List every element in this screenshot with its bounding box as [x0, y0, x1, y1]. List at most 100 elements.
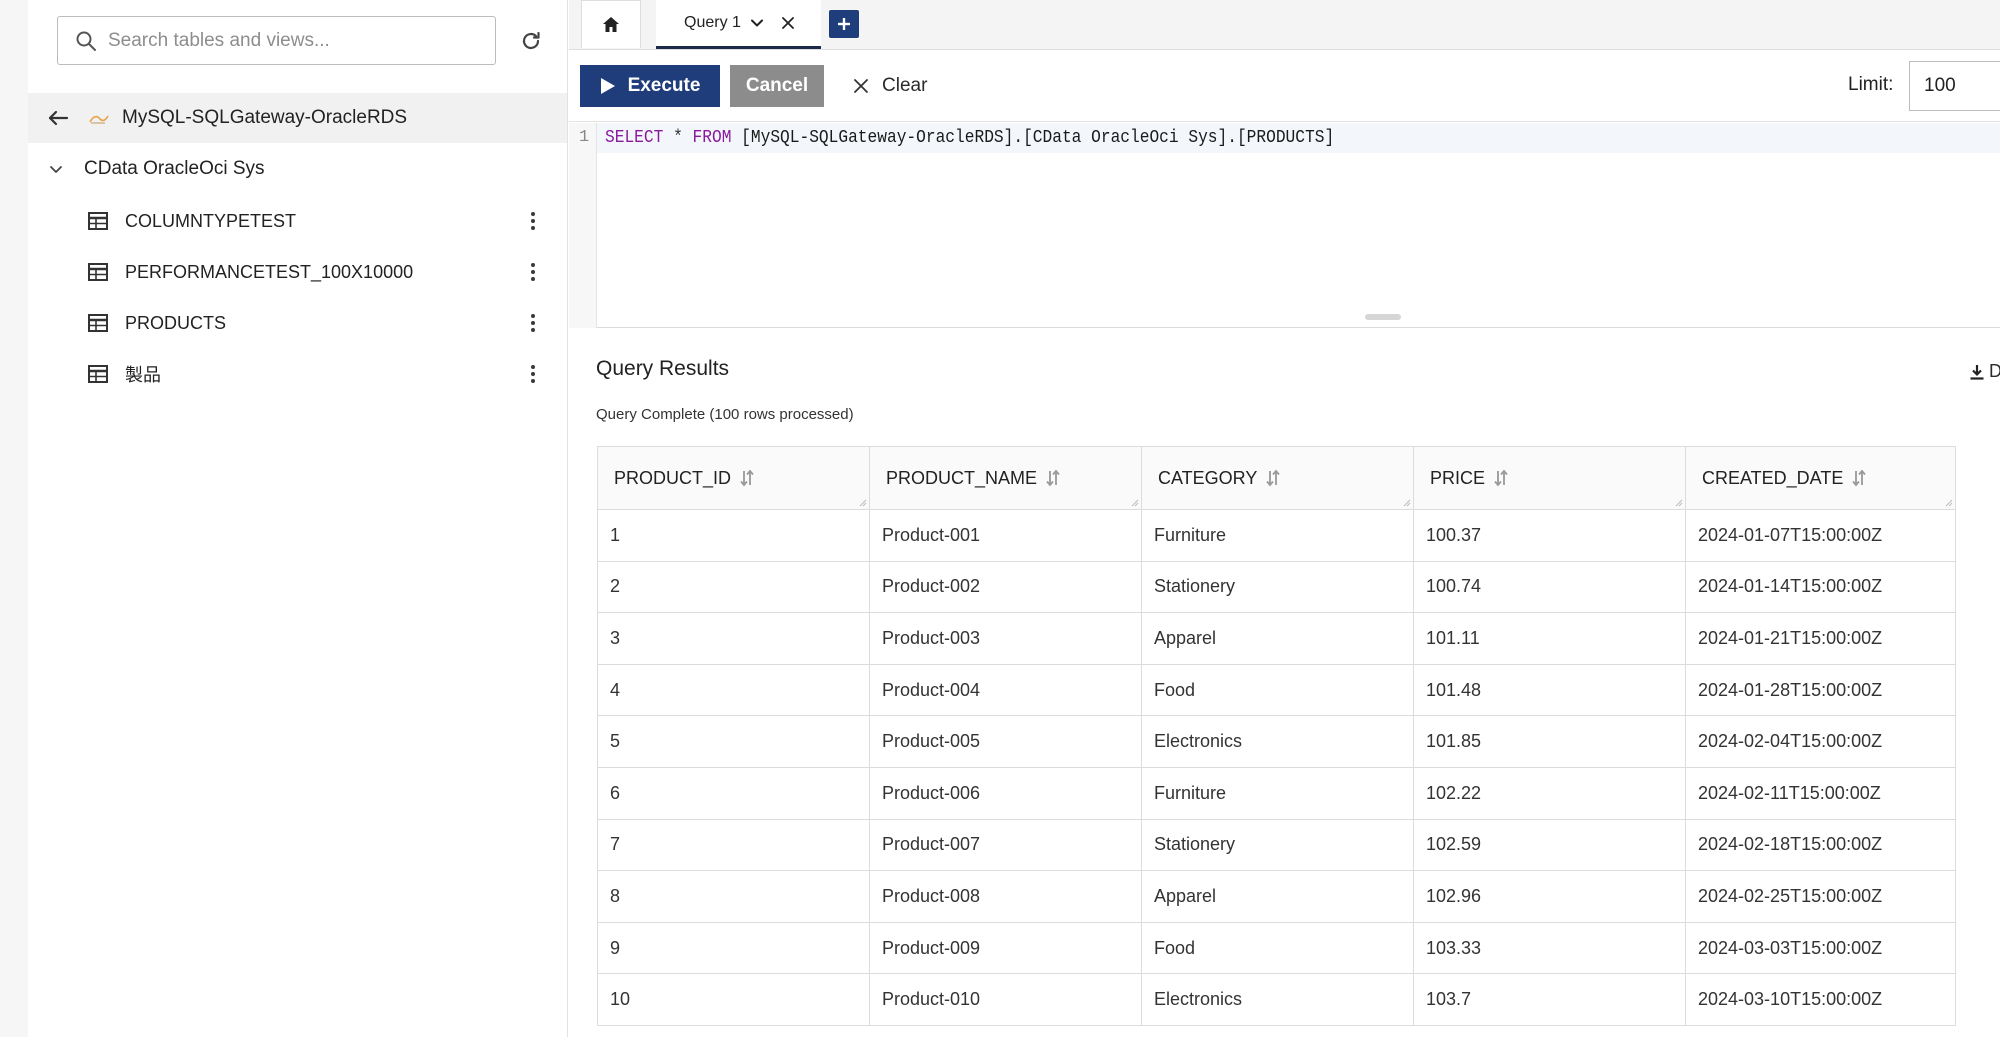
table-icon [88, 314, 108, 332]
sort-icon[interactable] [1263, 468, 1283, 488]
table-row[interactable]: 10 Product-010 Electronics 103.7 2024-03-10T… [597, 973, 1956, 1026]
table-cell: 10 [597, 973, 870, 1026]
table-cell: 6 [597, 766, 870, 820]
column-resize-handle-icon[interactable] [1403, 499, 1411, 507]
table-row[interactable]: 3 Product-003 Apparel 101.11 2024-01-21T15:0… [597, 612, 1956, 665]
editor-resize-handle[interactable] [1365, 314, 1401, 320]
connection-row[interactable]: MySQL-SQLGateway-OracleRDS [28, 93, 567, 143]
table-cell: Furniture [1141, 509, 1414, 562]
table-row[interactable]: 2 Product-002 Stationery 100.74 2024-01-14T1… [597, 560, 1956, 614]
table-cell: 2024-01-07T15:00:00Z [1685, 509, 1956, 562]
table-cell: 2024-02-25T15:00:00Z [1685, 870, 1956, 923]
table-item-label: COLUMNTYPETEST [125, 210, 297, 231]
sql-editor[interactable]: 1 SELECT * FROM [MySQL-SQLGateway-Oracle… [569, 123, 2000, 328]
column-resize-handle-icon[interactable] [1945, 499, 1953, 507]
table-row[interactable]: 5 Product-005 Electronics 101.85 2024-02-04T… [597, 715, 1956, 768]
column-header-content: PRICE [1430, 468, 1511, 489]
table-cell: 2024-03-03T15:00:00Z [1685, 921, 1956, 975]
table-cell: 103.33 [1413, 921, 1686, 975]
download-label: D [1989, 361, 2000, 381]
tab-label: Query 1 [684, 14, 741, 31]
sql-code[interactable]: SELECT * FROM [MySQL-SQLGateway-OracleRD… [605, 128, 1334, 148]
table-item-label: PRODUCTS [125, 312, 227, 333]
table-cell: Food [1141, 921, 1414, 975]
execute-button[interactable]: Execute [580, 65, 720, 107]
column-header-label: CATEGORY [1158, 467, 1258, 488]
column-header[interactable]: CREATED_DATE [1685, 446, 1956, 510]
plus-icon [838, 18, 850, 30]
search-input[interactable] [108, 29, 488, 52]
download-button[interactable]: D [1969, 361, 2000, 382]
column-header-label: CREATED_DATE [1702, 467, 1844, 488]
table-item-label: 製品 [125, 365, 161, 385]
tab-query-1[interactable]: Query 1 [656, 0, 821, 49]
table-cell: Apparel [1141, 870, 1414, 923]
table-row[interactable]: 7 Product-007 Stationery 102.59 2024-02-18T1… [597, 818, 1956, 872]
column-header[interactable]: CATEGORY [1141, 446, 1414, 510]
clear-button[interactable]: Clear [852, 65, 952, 107]
cancel-button[interactable]: Cancel [730, 65, 824, 107]
close-icon[interactable] [779, 14, 797, 32]
table-item-seihin[interactable]: 製品 [28, 352, 567, 396]
table-item-performancetest[interactable]: PERFORMANCETEST_100X10000 [28, 250, 567, 294]
table-row[interactable]: 6 Product-006 Furniture 102.22 2024-02-11T15… [597, 766, 1956, 820]
table-row[interactable]: 1 Product-001 Furniture 100.37 2024-01-07T15… [597, 509, 1956, 562]
sort-icon[interactable] [1491, 468, 1511, 488]
column-resize-handle-icon[interactable] [859, 499, 867, 507]
column-header-content: PRODUCT_NAME [886, 468, 1063, 489]
more-options-icon[interactable] [523, 207, 543, 235]
limit-input[interactable] [1909, 61, 2000, 111]
table-cell: Electronics [1141, 715, 1414, 768]
table-cell: 3 [597, 612, 870, 665]
refresh-button[interactable] [516, 26, 546, 56]
column-header[interactable]: PRODUCT_NAME [869, 446, 1142, 510]
table-item-products[interactable]: PRODUCTS [28, 301, 567, 345]
add-tab-button[interactable] [829, 10, 859, 38]
table-row[interactable]: 8 Product-008 Apparel 102.96 2024-02-25T15:0… [597, 870, 1956, 923]
table-cell: 9 [597, 921, 870, 975]
table-cell: 103.7 [1413, 973, 1686, 1026]
table-item-columntypetest[interactable]: COLUMNTYPETEST [28, 199, 567, 243]
table-cell: 2024-01-14T15:00:00Z [1685, 560, 1956, 614]
table-icon [88, 263, 108, 281]
table-icon [88, 212, 108, 230]
sort-icon[interactable] [737, 468, 757, 488]
limit-label: Limit: [1848, 74, 1894, 95]
sort-icon[interactable] [1849, 468, 1869, 488]
connection-name: MySQL-SQLGateway-OracleRDS [122, 107, 408, 128]
more-options-icon[interactable] [523, 360, 543, 388]
more-options-icon[interactable] [523, 258, 543, 286]
sidebar: MySQL-SQLGateway-OracleRDS CData OracleO… [28, 0, 568, 1037]
tab-bar: Query 1 [569, 0, 2000, 50]
app-window: MySQL-SQLGateway-OracleRDS CData OracleO… [0, 0, 2000, 1037]
table-cell: 102.96 [1413, 870, 1686, 923]
results-title: Query Results [596, 357, 730, 380]
table-cell: 102.22 [1413, 766, 1686, 820]
column-resize-handle-icon[interactable] [1131, 499, 1139, 507]
home-icon [603, 16, 619, 32]
table-cell: 101.48 [1413, 663, 1686, 717]
more-options-icon[interactable] [523, 309, 543, 337]
table-header-row: PRODUCT_ID PRODUCT_NAME CATEGORY PRICE CREAT… [597, 446, 1956, 510]
column-header[interactable]: PRODUCT_ID [597, 446, 870, 510]
column-resize-handle-icon[interactable] [1675, 499, 1683, 507]
line-number: 1 [579, 128, 590, 147]
table-cell: 2024-02-04T15:00:00Z [1685, 715, 1956, 768]
table-row[interactable]: 9 Product-009 Food 103.33 2024-03-03T15:00:0… [597, 921, 1956, 975]
column-header[interactable]: PRICE [1413, 446, 1686, 510]
sort-icon[interactable] [1043, 468, 1063, 488]
tab-home[interactable] [581, 0, 641, 48]
download-icon [1970, 364, 1984, 380]
table-cell: Product-004 [869, 663, 1142, 717]
schema-node[interactable]: CData OracleOci Sys [28, 148, 567, 190]
sql-star: * [673, 128, 683, 148]
table-cell: Apparel [1141, 612, 1414, 665]
search-box[interactable] [57, 16, 496, 65]
main-panel: Query 1 Execute Cancel Clear Limit: 100 … [569, 0, 2000, 1037]
table-cell: Product-007 [869, 818, 1142, 872]
table-row[interactable]: 4 Product-004 Food 101.48 2024-01-28T15:00:0… [597, 663, 1956, 717]
chevron-down-icon[interactable] [749, 15, 765, 31]
execute-label: Execute [627, 75, 701, 96]
table-cell: Furniture [1141, 766, 1414, 820]
back-button[interactable] [44, 104, 72, 132]
